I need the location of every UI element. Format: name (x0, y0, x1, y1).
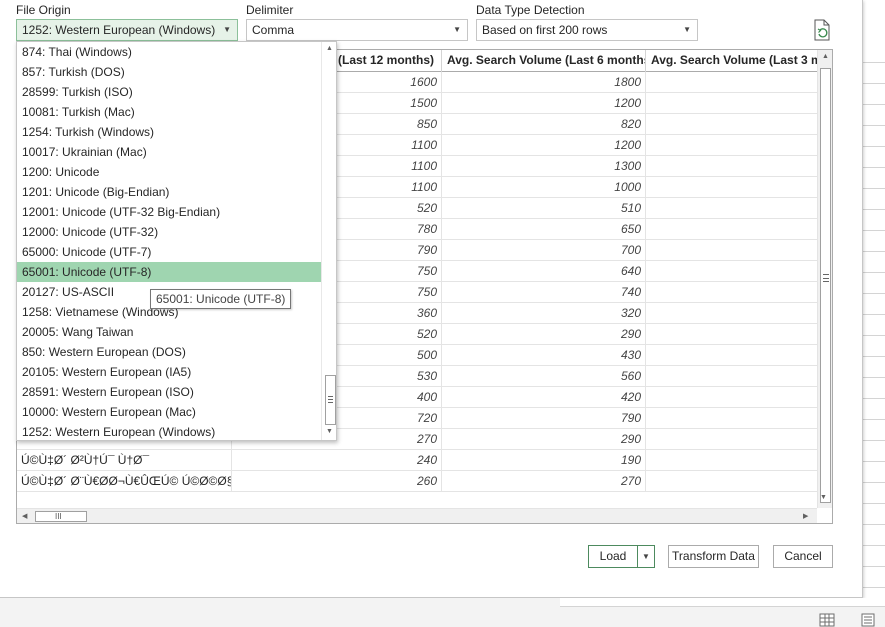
options-list-scrollbar[interactable]: ▲ ▼ (321, 42, 336, 440)
scroll-down-icon[interactable]: ▼ (326, 428, 333, 435)
cell-6-months: 270 (442, 471, 646, 492)
cell-6-months: 650 (442, 219, 646, 240)
cell-6-months: 640 (442, 261, 646, 282)
background-sheet-grid (863, 0, 885, 600)
list-item[interactable]: 10081: Turkish (Mac) (17, 102, 321, 122)
normal-view-icon[interactable] (819, 613, 835, 627)
table-row: Ú©Ù‡Ø´ Ø¨Ù€ØØ¬Ù€ÛŒÚ© Ú©Ø©Ø§Ø³Ù„Ø§ 260 27… (17, 471, 817, 492)
scroll-grip-icon: III (55, 512, 62, 521)
table-row: Ú©Ù‡Ø´ Ø²Ù†Ú¯ Ù†Ø¯ 240 190 (17, 450, 817, 471)
cell-6-months: 700 (442, 240, 646, 261)
list-item[interactable]: 857: Turkish (DOS) (17, 62, 321, 82)
cell-keyword: Ú©Ù‡Ø´ Ø²Ù†Ú¯ Ù†Ø¯ (17, 450, 232, 471)
cell-6-months: 190 (442, 450, 646, 471)
cell-6-months: 1000 (442, 177, 646, 198)
options-scroll-thumb[interactable] (325, 375, 336, 425)
list-item[interactable]: 28599: Turkish (ISO) (17, 82, 321, 102)
cell-6-months: 430 (442, 345, 646, 366)
cell-6-months: 1300 (442, 156, 646, 177)
cell-6-months: 1800 (442, 72, 646, 93)
chevron-down-icon: ▼ (642, 552, 650, 561)
delimiter-dropdown[interactable]: Comma ▼ (246, 19, 468, 41)
cell-6-months: 820 (442, 114, 646, 135)
cell-6-months: 290 (442, 324, 646, 345)
list-item[interactable]: 1254: Turkish (Windows) (17, 122, 321, 142)
list-item-selected[interactable]: 65001: Unicode (UTF-8) (17, 262, 321, 282)
file-origin-dropdown[interactable]: 1252: Western European (Windows) ▼ (16, 19, 238, 41)
cell-6-months: 320 (442, 303, 646, 324)
list-item[interactable]: 12001: Unicode (UTF-32 Big-Endian) (17, 202, 321, 222)
cell-6-months: 790 (442, 408, 646, 429)
load-options-dropdown[interactable]: ▼ (637, 545, 655, 568)
delimiter-label: Delimiter (246, 3, 294, 17)
list-item[interactable]: 874: Thai (Windows) (17, 42, 321, 62)
list-item[interactable]: 12000: Unicode (UTF-32) (17, 222, 321, 242)
page-layout-view-icon[interactable] (860, 613, 876, 627)
cell-6-months: 420 (442, 387, 646, 408)
status-bar (0, 598, 885, 627)
cell-12-months: 240 (232, 450, 442, 471)
cell-6-months: 510 (442, 198, 646, 219)
column-header-3-months[interactable]: Avg. Search Volume (Last 3 mont (646, 50, 817, 72)
list-item[interactable]: 65000: Unicode (UTF-7) (17, 242, 321, 262)
chevron-down-icon: ▼ (223, 25, 231, 34)
option-tooltip: 65001: Unicode (UTF-8) (150, 289, 292, 309)
list-item[interactable]: 28591: Western European (ISO) (17, 382, 321, 402)
file-origin-label: File Origin (16, 3, 71, 17)
cell-6-months: 740 (442, 282, 646, 303)
cell-12-months: 260 (232, 471, 442, 492)
data-type-detection-value: Based on first 200 rows (482, 23, 608, 37)
cell-6-months: 1200 (442, 135, 646, 156)
load-button[interactable]: Load (588, 545, 638, 568)
refresh-document-icon[interactable] (813, 19, 831, 41)
list-item[interactable]: 10017: Ukrainian (Mac) (17, 142, 321, 162)
cell-6-months: 1200 (442, 93, 646, 114)
cell-6-months: 560 (442, 366, 646, 387)
list-item[interactable]: 1252: Western European (Windows) (17, 422, 321, 440)
delimiter-value: Comma (252, 23, 295, 37)
chevron-down-icon: ▼ (683, 25, 691, 34)
vertical-scroll-thumb[interactable] (820, 68, 831, 503)
list-item[interactable]: 850: Western European (DOS) (17, 342, 321, 362)
preview-horizontal-scrollbar[interactable]: ◀ III ▶ (17, 508, 817, 523)
list-item[interactable]: 1200: Unicode (17, 162, 321, 182)
column-header-6-months[interactable]: Avg. Search Volume (Last 6 months) (442, 50, 646, 72)
cell-keyword: Ú©Ù‡Ø´ Ø¨Ù€ØØ¬Ù€ÛŒÚ© Ú©Ø©Ø§Ø³Ù„Ø§ (17, 471, 232, 492)
cell-6-months: 290 (442, 429, 646, 450)
chevron-down-icon: ▼ (453, 25, 461, 34)
data-type-detection-label: Data Type Detection (476, 3, 585, 17)
scroll-left-icon[interactable]: ◀ (22, 512, 27, 520)
list-item[interactable]: 20005: Wang Taiwan (17, 322, 321, 342)
list-item[interactable]: 10000: Western European (Mac) (17, 402, 321, 422)
transform-data-button[interactable]: Transform Data (668, 545, 759, 568)
scroll-up-icon[interactable]: ▲ (326, 45, 333, 52)
scroll-down-icon[interactable]: ▼ (820, 494, 827, 501)
list-item[interactable]: 1201: Unicode (Big-Endian) (17, 182, 321, 202)
list-item[interactable]: 20105: Western European (IA5) (17, 362, 321, 382)
preview-vertical-scrollbar[interactable]: ▲ (817, 50, 832, 508)
file-origin-value: 1252: Western European (Windows) (22, 23, 216, 37)
scroll-right-icon[interactable]: ▶ (803, 512, 808, 520)
scroll-up-icon[interactable]: ▲ (822, 53, 829, 60)
cancel-button[interactable]: Cancel (773, 545, 833, 568)
file-origin-options-list[interactable]: 874: Thai (Windows) 857: Turkish (DOS) 2… (16, 41, 337, 441)
data-type-detection-dropdown[interactable]: Based on first 200 rows ▼ (476, 19, 698, 41)
import-dialog: File Origin Delimiter Data Type Detectio… (0, 0, 863, 598)
